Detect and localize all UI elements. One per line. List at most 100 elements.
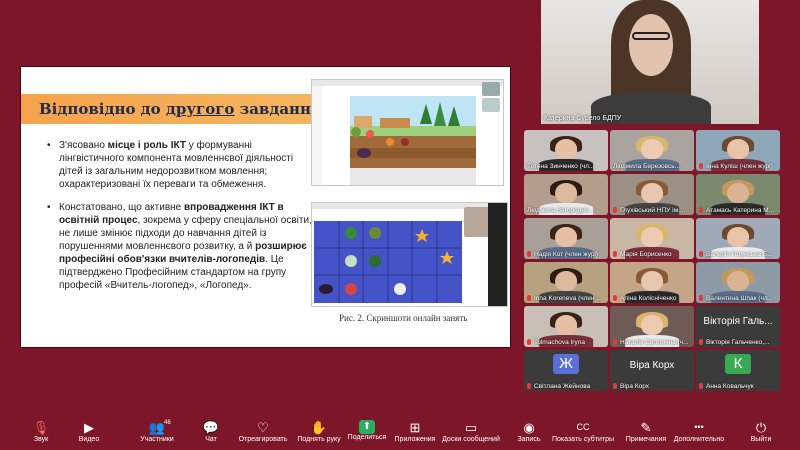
muted-mic-icon	[613, 207, 617, 213]
participant-face	[727, 271, 749, 291]
toolbar-button-record[interactable]: ◉ Запись	[498, 419, 560, 443]
participant-face	[641, 315, 663, 335]
participant-face	[555, 227, 577, 247]
toolbar-button-whiteboard[interactable]: ▭ Доски сообщений	[440, 419, 502, 443]
participant-tile[interactable]: Валерія Гогунська Б...	[696, 218, 780, 259]
participant-avatar: К	[725, 354, 751, 374]
toolbar-label: Показать субтитры	[552, 436, 615, 443]
participant-face	[555, 139, 577, 159]
toolbar-button-leave[interactable]: ⏻ Выйти	[730, 419, 792, 443]
participant-face	[727, 227, 749, 247]
participant-count-badge: 46	[164, 420, 171, 426]
slide-figure-caption: Рис. 2. Скриншоти онлайн занять	[339, 313, 468, 323]
participant-tile[interactable]: Ж Світлана Жейнова	[524, 350, 608, 391]
muted-mic-icon	[699, 383, 703, 389]
participants-grid: Тетяна Зинченко (чл... Людмила Березовсь.…	[524, 130, 780, 420]
muted-mic-icon	[699, 207, 703, 213]
participant-tile[interactable]: Tolmachova Iryna	[524, 306, 608, 347]
participant-name: Inna Koreneva (член ...	[534, 295, 602, 302]
participant-tile[interactable]: Вікторія Галь... Вікторія Гальченко,...	[696, 306, 780, 347]
participant-face	[641, 271, 663, 291]
slide-title-banner: Відповідно до другого завдання:	[21, 94, 328, 124]
muted-mic-icon	[527, 383, 531, 389]
record-icon: ◉	[523, 420, 535, 435]
toolbar-button-apps[interactable]: ⊞ Приложения	[384, 419, 446, 443]
participant-name: Tolmachova Iryna	[534, 339, 585, 346]
whiteboard-icon: ▭	[464, 420, 478, 435]
participant-name: Людмила Березовсь...	[613, 163, 681, 170]
muted-mic-icon	[613, 383, 617, 389]
toolbar-button-heart[interactable]: ♡ Отреагировать	[232, 419, 294, 443]
muted-mic-icon	[527, 339, 531, 345]
participant-name: Валерія Гогунська Б...	[706, 251, 773, 258]
garden-game-scene	[350, 96, 476, 185]
participant-face	[641, 139, 663, 159]
muted-mic-icon	[613, 251, 617, 257]
participant-name: Тетяна Зинченко (чл...	[527, 163, 595, 170]
muted-mic-icon	[613, 339, 617, 345]
toolbar-label: Отреагировать	[238, 436, 288, 443]
video-icon: ▶	[84, 420, 94, 435]
participant-face	[727, 183, 749, 203]
participant-avatar: Ж	[553, 354, 579, 374]
participant-name: Вікторія Гальченко,...	[706, 339, 770, 346]
participant-tile[interactable]: Віра Корх Віра Корх	[610, 350, 694, 391]
participant-name-large: Вікторія Галь...	[703, 316, 773, 327]
participant-tile[interactable]: К Анна Ковальчук	[696, 350, 780, 391]
participant-face	[641, 183, 663, 203]
participant-tile[interactable]: Інна Куліш (член журі)	[696, 130, 780, 171]
shared-screen-slide[interactable]: Відповідно до другого завдання: З'ясован…	[21, 67, 510, 347]
slide-bullet: Констатовано, що активне впровадження ІК…	[47, 201, 312, 292]
participant-tile[interactable]: Аліна Колісніченко	[610, 262, 694, 303]
participant-face	[555, 183, 577, 203]
lesson-screenshot-1	[311, 79, 504, 186]
share-icon: ⬆	[359, 420, 375, 434]
muted-mic-icon	[699, 251, 703, 257]
muted-mic-icon	[527, 295, 531, 301]
meeting-toolbar: 🎙 Звук ▶ Видео 👥 46 Участники 💬 Чат ♡ Отреагироват…	[0, 415, 800, 450]
lesson-screenshot-2	[311, 202, 508, 307]
participant-name: Марія Борисенко	[620, 251, 672, 258]
toolbar-label: Приложения	[394, 436, 436, 443]
participant-name: Наталія Світлична (ч...	[620, 339, 689, 346]
toolbar-button-cc[interactable]: CC Показать субтитры	[552, 419, 614, 443]
participant-tile[interactable]: Людмила Березовсь...	[610, 130, 694, 171]
muted-mic-icon	[527, 251, 531, 257]
toolbar-button-more[interactable]: ••• Дополнительно	[668, 419, 730, 443]
participant-face	[727, 139, 749, 159]
toolbar-button-video[interactable]: ▶ Видео	[58, 419, 120, 443]
participant-name: Віра Корх	[620, 383, 650, 390]
participant-tile[interactable]: Людмила Загороднє...	[524, 174, 608, 215]
slide-bullet: З'ясовано місце і роль ІКТ у формуванні …	[47, 139, 312, 191]
vegetable-grid-game	[314, 221, 462, 303]
participant-name: Надія Кот (член журі)	[534, 251, 599, 258]
speaker-name: Катерина Сурело БДПУ	[544, 115, 622, 122]
slide-title: Відповідно до другого завдання:	[39, 100, 328, 118]
participant-tile[interactable]: Марія Борисенко	[610, 218, 694, 259]
muted-mic-icon	[613, 295, 617, 301]
participant-name: Світлана Жейнова	[534, 383, 591, 390]
slide-body-text: З'ясовано місце і роль ІКТ у формуванні …	[47, 139, 312, 302]
toolbar-button-participants[interactable]: 👥 46 Участники	[126, 419, 188, 443]
active-speaker-video[interactable]: Катерина Сурело БДПУ	[541, 0, 759, 124]
participant-name: Атамась Катерина М...	[706, 207, 775, 214]
participant-face	[641, 227, 663, 247]
more-icon: •••	[694, 422, 704, 432]
participant-name: Анна Ковальчук	[706, 383, 754, 390]
cc-icon: CC	[576, 422, 590, 432]
participant-name: Валентина Шпак (чл...	[706, 295, 774, 302]
participant-tile[interactable]: Надія Кот (член журі)	[524, 218, 608, 259]
toolbar-label: Участники	[140, 436, 174, 443]
participants-icon: 👥	[148, 420, 166, 435]
participant-tile[interactable]: Inna Koreneva (член ...	[524, 262, 608, 303]
participant-tile[interactable]: Глухівський НПУ ім....	[610, 174, 694, 215]
participant-tile[interactable]: Атамась Катерина М...	[696, 174, 780, 215]
participant-tile[interactable]: Наталія Світлична (ч...	[610, 306, 694, 347]
toolbar-label: Доски сообщений	[442, 436, 500, 443]
heart-icon: ♡	[257, 420, 269, 435]
participant-tile[interactable]: Валентина Шпак (чл...	[696, 262, 780, 303]
participant-name: Аліна Колісніченко	[620, 295, 677, 302]
participant-tile[interactable]: Тетяна Зинченко (чл...	[524, 130, 608, 171]
participant-name: Інна Куліш (член журі)	[706, 163, 773, 170]
participant-face	[555, 271, 577, 291]
